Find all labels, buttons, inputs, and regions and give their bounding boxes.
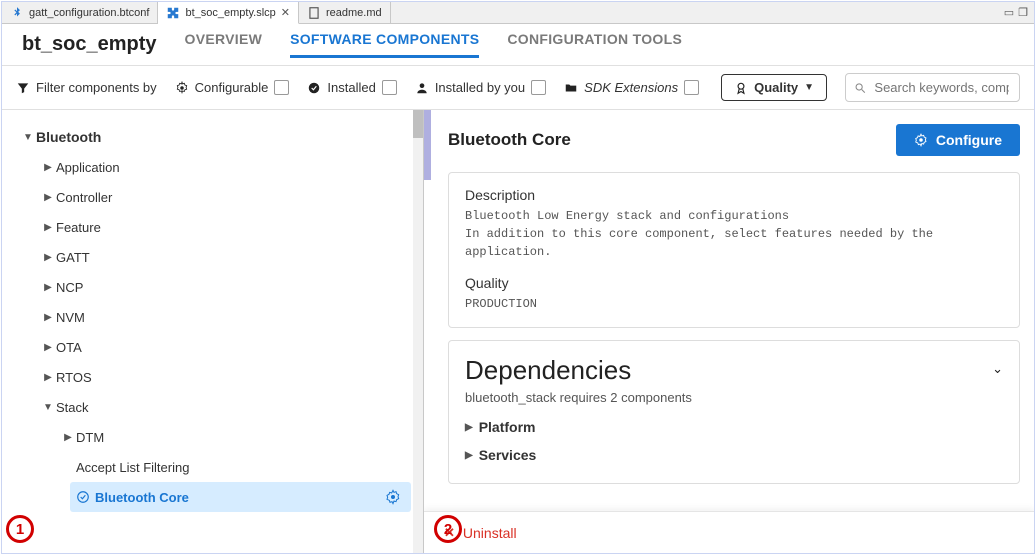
caret-right-icon: ▶	[40, 342, 56, 353]
dependencies-card: ⌄ Dependencies bluetooth_stack requires …	[448, 340, 1020, 484]
tree-node-feature[interactable]: ▶Feature	[40, 212, 423, 242]
detail-scroll-indicator[interactable]	[424, 110, 431, 180]
description-text-2: In addition to this core component, sele…	[465, 225, 1003, 261]
tree-node-ota[interactable]: ▶OTA	[40, 332, 423, 362]
tree-node-controller[interactable]: ▶Controller	[40, 182, 423, 212]
caret-right-icon: ▶	[40, 372, 56, 383]
description-text-1: Bluetooth Low Energy stack and configura…	[465, 207, 1003, 225]
file-tab-label: readme.md	[326, 7, 382, 19]
folder-icon	[564, 81, 578, 95]
file-tab-slcp[interactable]: bt_soc_empty.slcp ✕	[158, 2, 299, 24]
restore-icon[interactable]: ❐	[1018, 6, 1028, 19]
header: bt_soc_empty OVERVIEW SOFTWARE COMPONENT…	[2, 24, 1034, 66]
quality-dropdown[interactable]: Quality ▼	[721, 74, 827, 101]
file-tab-readme[interactable]: readme.md	[299, 2, 391, 23]
gear-icon	[914, 133, 928, 147]
dependencies-title: Dependencies	[465, 355, 1003, 386]
dependency-services[interactable]: ▶ Services	[465, 441, 1003, 469]
tab-configuration-tools[interactable]: CONFIGURATION TOOLS	[507, 31, 682, 58]
main-tabs: OVERVIEW SOFTWARE COMPONENTS CONFIGURATI…	[185, 31, 683, 58]
caret-right-icon: ▶	[40, 162, 56, 173]
detail-footer: ✕ Uninstall	[424, 511, 1034, 553]
quality-label: Quality	[465, 275, 1003, 291]
description-label: Description	[465, 187, 1003, 203]
search-box[interactable]	[845, 73, 1020, 102]
caret-right-icon: ▶	[40, 222, 56, 233]
chevron-down-icon: ▼	[804, 82, 814, 93]
configure-button[interactable]: Configure	[896, 124, 1020, 156]
filter-sdk-extensions[interactable]: SDK Extensions	[564, 80, 699, 95]
uninstall-button[interactable]: ✕ Uninstall	[444, 525, 517, 541]
scroll-thumb[interactable]	[413, 110, 423, 138]
dependencies-subtitle: bluetooth_stack requires 2 components	[465, 390, 1003, 405]
checkbox[interactable]	[274, 80, 289, 95]
body: ▼ Bluetooth ▶Application ▶Controller ▶Fe…	[2, 110, 1034, 553]
tree-node-bluetooth-core[interactable]: Bluetooth Core	[70, 482, 411, 512]
chevron-down-icon[interactable]: ⌄	[992, 361, 1003, 377]
checkbox[interactable]	[684, 80, 699, 95]
x-icon: ✕	[444, 525, 455, 541]
check-circle-icon	[307, 81, 321, 95]
tree-node-accept-list-filtering[interactable]: Accept List Filtering	[60, 452, 423, 482]
project-title: bt_soc_empty	[22, 33, 157, 56]
gear-icon	[175, 81, 189, 95]
filter-label: Filter components by	[16, 80, 157, 95]
dependency-platform[interactable]: ▶ Platform	[465, 413, 1003, 441]
tab-window-controls: ▭ ❐	[998, 2, 1034, 23]
caret-right-icon: ▶	[40, 252, 56, 263]
funnel-icon	[16, 81, 30, 95]
caret-right-icon: ▶	[465, 422, 473, 433]
caret-right-icon: ▶	[465, 450, 473, 461]
tab-overview[interactable]: OVERVIEW	[185, 31, 263, 58]
filter-installed-by-you[interactable]: Installed by you	[415, 80, 546, 95]
gear-icon[interactable]	[385, 489, 411, 505]
file-tab-label: gatt_configuration.btconf	[29, 7, 149, 19]
tree-node-gatt[interactable]: ▶GATT	[40, 242, 423, 272]
checkbox[interactable]	[531, 80, 546, 95]
tree-node-dtm[interactable]: ▶DTM	[60, 422, 423, 452]
tree-node-ncp[interactable]: ▶NCP	[40, 272, 423, 302]
caret-right-icon: ▶	[40, 192, 56, 203]
minimize-icon[interactable]: ▭	[1004, 6, 1012, 19]
detail-pane: Bluetooth Core Configure Description Blu…	[424, 110, 1034, 553]
puzzle-icon	[166, 6, 180, 20]
component-tree: ▼ Bluetooth ▶Application ▶Controller ▶Fe…	[2, 110, 424, 553]
detail-header: Bluetooth Core Configure	[448, 124, 1020, 156]
search-icon	[854, 81, 866, 95]
filter-configurable[interactable]: Configurable	[175, 80, 290, 95]
doc-icon	[307, 6, 321, 20]
caret-right-icon: ▶	[60, 432, 76, 443]
tree-node-stack[interactable]: ▼Stack	[40, 392, 423, 422]
checkbox[interactable]	[382, 80, 397, 95]
tree-node-nvm[interactable]: ▶NVM	[40, 302, 423, 332]
bluetooth-icon	[10, 6, 24, 20]
caret-right-icon: ▶	[40, 312, 56, 323]
tab-software-components[interactable]: SOFTWARE COMPONENTS	[290, 31, 479, 58]
sidebar-scrollbar[interactable]	[413, 110, 423, 553]
caret-down-icon: ▼	[20, 132, 36, 143]
check-circle-icon	[76, 490, 90, 504]
description-card: Description Bluetooth Low Energy stack a…	[448, 172, 1020, 328]
file-tabstrip: gatt_configuration.btconf bt_soc_empty.s…	[2, 2, 1034, 24]
caret-right-icon: ▶	[40, 282, 56, 293]
caret-down-icon: ▼	[40, 402, 56, 413]
tree-node-bluetooth[interactable]: ▼ Bluetooth	[20, 122, 423, 152]
ribbon-icon	[734, 81, 748, 95]
file-tab-label: bt_soc_empty.slcp	[185, 7, 275, 19]
search-input[interactable]	[872, 79, 1011, 96]
filter-bar: Filter components by Configurable Instal…	[2, 66, 1034, 110]
tree-node-rtos[interactable]: ▶RTOS	[40, 362, 423, 392]
detail-title: Bluetooth Core	[448, 130, 884, 150]
quality-value: PRODUCTION	[465, 295, 1003, 313]
filter-installed[interactable]: Installed	[307, 80, 396, 95]
user-icon	[415, 81, 429, 95]
close-icon[interactable]: ✕	[281, 6, 290, 19]
tree-node-application[interactable]: ▶Application	[40, 152, 423, 182]
file-tab-gatt[interactable]: gatt_configuration.btconf	[2, 2, 158, 23]
